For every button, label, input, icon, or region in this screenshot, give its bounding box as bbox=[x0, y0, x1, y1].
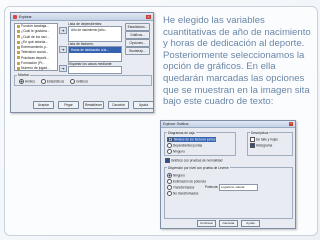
explore-dialog: Explorar × Función tarabaja... ¿Cuál le … bbox=[10, 12, 154, 113]
untransformed-label: No transformados bbox=[173, 191, 199, 196]
descriptive-label: Descriptivos bbox=[250, 130, 270, 135]
checkbox-checked-icon bbox=[165, 158, 170, 163]
reset-button[interactable]: Restablecer bbox=[83, 101, 104, 109]
boxplot-dependents-label: Dependientes juntas bbox=[173, 143, 203, 148]
power-select-value: Logaritmo natural bbox=[221, 185, 245, 189]
help-button[interactable]: Ayuda bbox=[133, 101, 154, 109]
show-group: Mostrar Ambos Estadísticos Gráficos bbox=[14, 73, 152, 86]
explore-dialog-titlebar: Explorar × bbox=[11, 13, 153, 21]
stem-leaf-option[interactable]: De tallo y hojas bbox=[250, 137, 278, 142]
show-statistics-option[interactable]: Estadísticos bbox=[40, 79, 65, 84]
radio-selected-icon bbox=[167, 173, 172, 178]
graphs-dialog-title: Explorar: Gráficos bbox=[163, 122, 189, 126]
power-select[interactable]: Logaritmo natural bbox=[219, 184, 258, 191]
power-label: Potencia: bbox=[205, 185, 219, 189]
boxplot-factor-levels-label: Niveles de los factores juntos bbox=[174, 137, 216, 142]
radio-icon bbox=[70, 79, 76, 84]
cancel-button[interactable]: Cancelar bbox=[219, 220, 238, 227]
spread-level-label: Dispersión por nivel con prueba de Leven… bbox=[167, 165, 230, 170]
explore-dialog-title: Explorar bbox=[19, 14, 32, 19]
spread-level-group: Dispersión por nivel con prueba de Leven… bbox=[164, 165, 293, 219]
boxplots-label: Diagramas de caja bbox=[167, 130, 196, 135]
radio-icon bbox=[167, 179, 172, 184]
spread-none-option[interactable]: Ninguno bbox=[167, 173, 185, 178]
boxplot-none-option[interactable]: Ninguno bbox=[167, 149, 185, 154]
histogram-label: Histograma bbox=[256, 143, 273, 148]
factors-box[interactable]: Horas de dedicación a la... bbox=[68, 46, 122, 62]
checkbox-icon bbox=[250, 137, 255, 142]
close-icon[interactable]: × bbox=[146, 14, 151, 19]
radio-icon bbox=[40, 79, 46, 84]
dependent-item[interactable]: Año de nacimiento [año... bbox=[69, 27, 121, 33]
paste-button[interactable]: Pegar bbox=[58, 101, 79, 109]
untransformed-option[interactable]: No transformados bbox=[167, 191, 198, 196]
label-cases-field[interactable] bbox=[68, 66, 122, 74]
boxplot-dependents-option[interactable]: Dependientes juntas bbox=[167, 143, 202, 148]
power-estimation-label: Estimación de potencia bbox=[173, 179, 206, 184]
stem-leaf-label: De tallo y hojas bbox=[256, 137, 278, 142]
boxplot-none-label: Ninguno bbox=[173, 149, 185, 154]
radio-icon bbox=[167, 185, 172, 190]
normality-plots-label: Gráficos con pruebas de normalidad bbox=[171, 158, 223, 163]
cancel-button[interactable]: Cancelar bbox=[108, 101, 129, 109]
graphs-button[interactable]: Gráficos... bbox=[125, 31, 150, 39]
move-dependent-arrow-icon[interactable]: ➜ bbox=[59, 27, 67, 34]
dependents-box[interactable]: Año de nacimiento [año... bbox=[68, 26, 122, 42]
boxplot-factor-levels-option[interactable]: Niveles de los factores juntos bbox=[167, 137, 217, 142]
help-button[interactable]: Ayuda bbox=[241, 220, 260, 227]
checkbox-checked-icon bbox=[250, 143, 255, 148]
show-statistics-label: Estadísticos bbox=[46, 79, 65, 84]
move-label-arrow-icon[interactable]: ➜ bbox=[59, 65, 67, 72]
close-icon[interactable]: × bbox=[289, 122, 293, 126]
bootstrap-button[interactable]: Bootstrap... bbox=[125, 47, 150, 55]
slide-description-text: He elegido las variables cuantitativas d… bbox=[163, 15, 311, 108]
ok-button[interactable]: Aceptar bbox=[33, 101, 54, 109]
options-button[interactable]: Opciones... bbox=[125, 39, 150, 47]
show-both-option[interactable]: Ambos bbox=[19, 79, 35, 84]
radio-icon bbox=[167, 143, 172, 148]
normality-plots-option[interactable]: Gráficos con pruebas de normalidad bbox=[165, 158, 222, 163]
radio-selected-icon bbox=[19, 79, 24, 84]
graphs-dialog-titlebar: Explorar: Gráficos × bbox=[161, 121, 295, 128]
radio-icon bbox=[167, 191, 172, 196]
boxplots-group: Diagramas de caja Niveles de los factore… bbox=[164, 130, 236, 156]
explore-button-row: Aceptar Pegar Restablecer Cancelar Ayuda bbox=[33, 101, 154, 109]
show-group-label: Mostrar bbox=[17, 73, 30, 77]
show-both-label: Ambos bbox=[25, 79, 35, 84]
statistics-button[interactable]: Estadísticos... bbox=[125, 23, 150, 31]
radio-selected-icon bbox=[168, 137, 173, 142]
move-factor-arrow-icon[interactable]: ➜ bbox=[59, 46, 67, 53]
variable-item[interactable]: Número de jugad... bbox=[15, 66, 57, 71]
descriptive-group: Descriptivos De tallo y hojas Histograma bbox=[247, 130, 293, 156]
histogram-option[interactable]: Histograma bbox=[250, 143, 272, 148]
show-plots-option[interactable]: Gráficos bbox=[70, 79, 88, 84]
factor-item[interactable]: Horas de dedicación a la... bbox=[69, 47, 121, 53]
transformed-option[interactable]: Transformados bbox=[167, 185, 194, 190]
continue-button[interactable]: Continuar bbox=[197, 220, 216, 227]
transformed-label: Transformados bbox=[173, 185, 195, 190]
graphs-button-row: Continuar Cancelar Ayuda bbox=[197, 220, 260, 227]
spread-none-label: Ninguno bbox=[173, 173, 185, 178]
variable-list[interactable]: Función tarabaja... ¿Cuál le gustaría...… bbox=[14, 23, 58, 71]
spss-app-icon bbox=[13, 14, 17, 19]
power-estimation-option[interactable]: Estimación de potencia bbox=[167, 179, 206, 184]
show-plots-label: Gráficos bbox=[76, 79, 88, 84]
radio-icon bbox=[167, 149, 172, 154]
explore-graphs-dialog: Explorar: Gráficos × Diagramas de caja N… bbox=[160, 120, 296, 229]
